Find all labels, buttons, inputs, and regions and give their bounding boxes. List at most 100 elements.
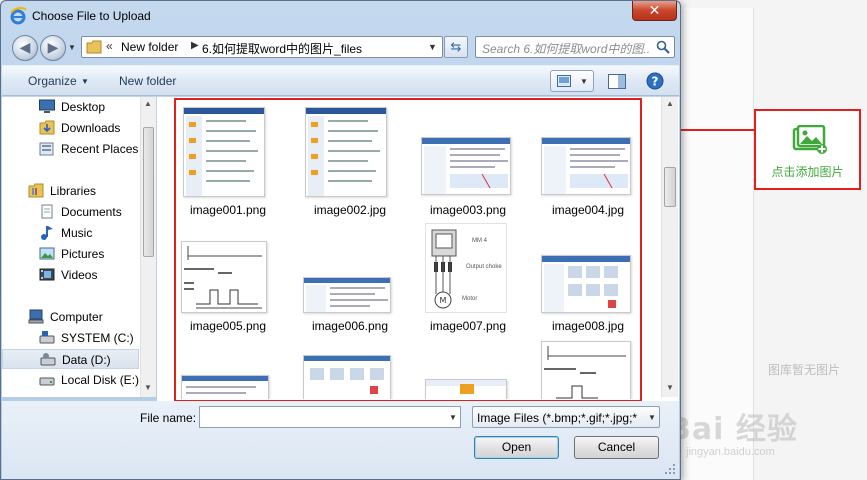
nav-item-recent-places[interactable]: Recent Places (2, 139, 139, 159)
drive-icon (39, 331, 55, 344)
documents-icon (41, 204, 53, 219)
nav-scroll-thumb[interactable] (143, 127, 154, 257)
scroll-up-icon[interactable]: ▲ (666, 99, 674, 108)
nav-item-drive-c[interactable]: SYSTEM (C:) (2, 328, 139, 348)
nav-item-computer[interactable]: Computer (2, 307, 139, 327)
file-name: image005.png (189, 319, 267, 333)
file-item-image008[interactable]: image008.jpg (533, 219, 643, 333)
file-item-image002[interactable]: image002.jpg (295, 103, 405, 217)
resize-grip-icon[interactable] (664, 463, 676, 475)
file-thumbnail (425, 379, 507, 399)
recent-locations-dropdown[interactable]: ▼ (68, 43, 76, 52)
breadcrumb-new-folder[interactable]: New folder (121, 40, 178, 54)
nav-scrollbar[interactable]: ▲ ▼ (140, 97, 156, 397)
file-name: image006.png (311, 319, 389, 333)
nav-item-pictures[interactable]: Pictures (2, 244, 139, 264)
open-button[interactable]: Open (474, 436, 559, 459)
organize-button[interactable]: Organize (28, 74, 77, 88)
forward-button[interactable]: ▶ (40, 35, 66, 61)
file-name: image002.jpg (313, 203, 387, 217)
search-input[interactable]: Search 6.如何提取word中的图... (475, 36, 675, 58)
file-item-image001[interactable]: image001.png (173, 103, 283, 217)
scroll-down-icon[interactable]: ▼ (144, 383, 152, 392)
address-bar[interactable]: « New folder ▶ 6.如何提取word中的图片_files ▼ (81, 36, 443, 58)
address-dropdown-icon[interactable]: ▼ (428, 42, 437, 52)
nav-item-music[interactable]: Music (2, 223, 139, 243)
gallery-empty-text: 图库暂无图片 (768, 363, 841, 377)
file-item-image005[interactable]: image005.png (173, 219, 283, 333)
breadcrumb-current-folder[interactable]: 6.如何提取word中的图片_files (202, 40, 362, 57)
arrow-right-icon: ▶ (47, 39, 59, 55)
file-type-dropdown-icon[interactable]: ▼ (648, 413, 656, 422)
file-item-image004[interactable]: image004.jpg (533, 103, 643, 217)
scroll-down-icon[interactable]: ▼ (666, 383, 674, 392)
breadcrumb-separator[interactable]: ▶ (191, 40, 199, 51)
close-button[interactable]: ✕ (632, 1, 677, 21)
folder-icon (86, 40, 102, 54)
nav-item-drive-d[interactable]: Data (D:) (2, 349, 139, 369)
file-name: image007.png (429, 319, 507, 333)
dialog-titlebar[interactable]: Choose File to Upload ✕ (1, 1, 680, 31)
nav-label: Desktop (61, 100, 106, 114)
nav-item-videos[interactable]: Videos (2, 265, 139, 285)
cancel-button[interactable]: Cancel (574, 436, 659, 459)
view-icon (557, 75, 571, 87)
file-type-value: Image Files (*.bmp;*.gif;*.jpg;*.j (477, 411, 637, 425)
nav-label: Pictures (61, 247, 105, 261)
add-image-icon (792, 125, 827, 154)
file-item-image006[interactable]: image006.png (295, 219, 405, 333)
organize-dropdown-icon[interactable]: ▼ (81, 77, 89, 86)
file-item-image007[interactable]: M MM 4 Output choke Motor image007.png (413, 219, 523, 333)
file-item[interactable] (295, 335, 405, 399)
add-image-button[interactable]: 点击添加图片 (754, 109, 861, 190)
nav-label: Downloads (61, 121, 121, 135)
file-thumbnail (183, 107, 265, 197)
new-folder-button[interactable]: New folder (119, 74, 176, 88)
thumb-label-mm4: MM 4 (472, 238, 487, 244)
nav-label: Videos (61, 268, 98, 282)
file-item-image003[interactable]: image003.png (413, 103, 523, 217)
nav-item-downloads[interactable]: Downloads (2, 118, 139, 138)
view-dropdown-icon[interactable]: ▼ (580, 77, 588, 86)
file-thumbnail (541, 255, 631, 313)
file-name-dropdown-icon[interactable]: ▼ (449, 413, 457, 422)
file-list-scrollbar[interactable]: ▲ ▼ (661, 97, 678, 397)
nav-item-drive-e[interactable]: Local Disk (E:) (2, 370, 139, 390)
file-thumbnail (541, 341, 631, 399)
internet-explorer-icon (10, 7, 27, 25)
dialog-footer: File name: ▼ Image Files (*.bmp;*.gif;*.… (2, 401, 679, 479)
file-thumbnail: M MM 4 Output choke Motor (425, 223, 507, 313)
search-placeholder: Search 6.如何提取word中的图... (482, 42, 650, 56)
file-item[interactable] (173, 335, 283, 399)
navigation-pane: Desktop Downloads Recent Places Librarie… (2, 97, 156, 397)
change-view-button[interactable]: ▼ (550, 70, 594, 92)
nav-item-desktop[interactable]: Desktop (2, 97, 139, 117)
preview-pane-icon[interactable] (608, 74, 626, 89)
help-icon[interactable]: ? (646, 72, 664, 90)
nav-label: Recent Places (61, 142, 139, 156)
libraries-icon (28, 183, 44, 198)
file-list-scroll-thumb[interactable] (664, 167, 676, 207)
file-name-input[interactable]: ▼ (199, 406, 461, 428)
pictures-icon (39, 247, 55, 260)
file-type-select[interactable]: Image Files (*.bmp;*.gif;*.jpg;*.j ▼ (472, 406, 660, 428)
baidu-watermark-url: jingyan.baidu.com (686, 446, 775, 458)
nav-label: SYSTEM (C:) (61, 331, 134, 345)
file-thumbnail (303, 277, 391, 313)
file-item[interactable] (413, 335, 523, 399)
file-item[interactable] (533, 335, 643, 399)
scroll-up-icon[interactable]: ▲ (144, 99, 152, 108)
nav-label: Data (D:) (62, 353, 111, 367)
file-list-view: image001.png image002.jpg image003.png i… (157, 97, 679, 402)
nav-label: Music (61, 226, 93, 240)
file-name-label: File name: (140, 411, 197, 425)
dialog-title: Choose File to Upload (32, 9, 151, 23)
file-thumbnail (303, 355, 391, 399)
nav-item-documents[interactable]: Documents (2, 202, 139, 222)
baidu-watermark: Bai 经验 (668, 412, 798, 447)
search-icon[interactable] (656, 40, 670, 54)
nav-item-libraries[interactable]: Libraries (2, 181, 139, 201)
back-button[interactable]: ◀ (12, 35, 38, 61)
refresh-button[interactable]: ⇆ (444, 36, 468, 58)
breadcrumb-overflow[interactable]: « (106, 39, 113, 53)
